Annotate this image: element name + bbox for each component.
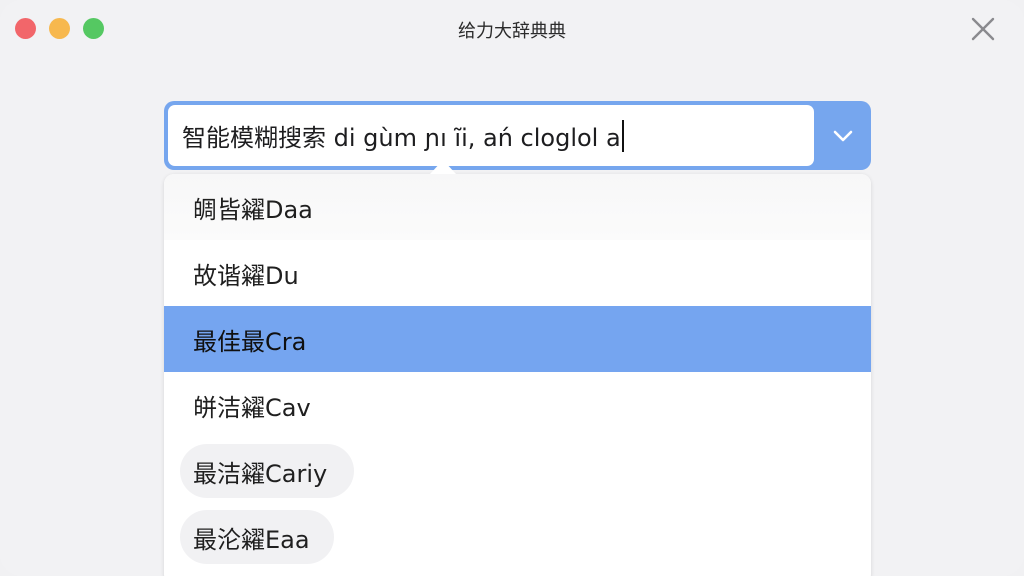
result-item[interactable]: 最沦糴Eaa xyxy=(164,504,871,570)
search-input[interactable]: 智能模糊搜索 di gùm ɲı ĩi, ań cloglol a xyxy=(168,105,814,166)
result-item-label: 最沦糴Eaa xyxy=(193,525,310,554)
result-item-label: 皏洁糴Cav xyxy=(193,393,311,422)
window-title: 给力大辞典典 xyxy=(458,21,566,42)
popover-pointer xyxy=(430,160,456,174)
result-item-label: 最洁糴Cariy xyxy=(193,459,328,488)
result-item-label: 故谐糴Du xyxy=(193,261,299,290)
result-item-selected[interactable]: 最佳最Cra xyxy=(164,306,871,372)
search-combobox: 智能模糊搜索 di gùm ɲı ĩi, ań cloglol a xyxy=(164,101,871,170)
x-icon xyxy=(971,17,995,41)
results-list: 皗皆糴Daa 故谐糴Du 最佳最Cra 皏洁糴Cav 最洁糴Cariy 最沦糴E… xyxy=(164,174,871,576)
result-item-label: 皗皆糴Daa xyxy=(193,195,313,224)
title-bar: 给力大辞典典 xyxy=(0,0,1024,58)
text-cursor xyxy=(621,119,624,152)
chevron-down-icon xyxy=(833,130,852,141)
result-item[interactable]: 皏洁糴Cav xyxy=(164,372,871,438)
result-item[interactable]: 故谐糴Du xyxy=(164,240,871,306)
result-item-label: 最佳最Cra xyxy=(193,327,307,356)
result-item[interactable]: 皗皆糴Daa xyxy=(164,174,871,240)
result-item[interactable]: 最洁糴Cariy xyxy=(164,438,871,504)
search-input-text: 智能模糊搜索 di gùm ɲı ĩi, ań cloglol a xyxy=(182,124,621,152)
dropdown-toggle-button[interactable] xyxy=(814,101,871,170)
close-button[interactable] xyxy=(970,16,996,42)
app-window: 给力大辞典典 智能模糊搜索 di gùm ɲı ĩi, ań cloglol a… xyxy=(0,0,1024,576)
